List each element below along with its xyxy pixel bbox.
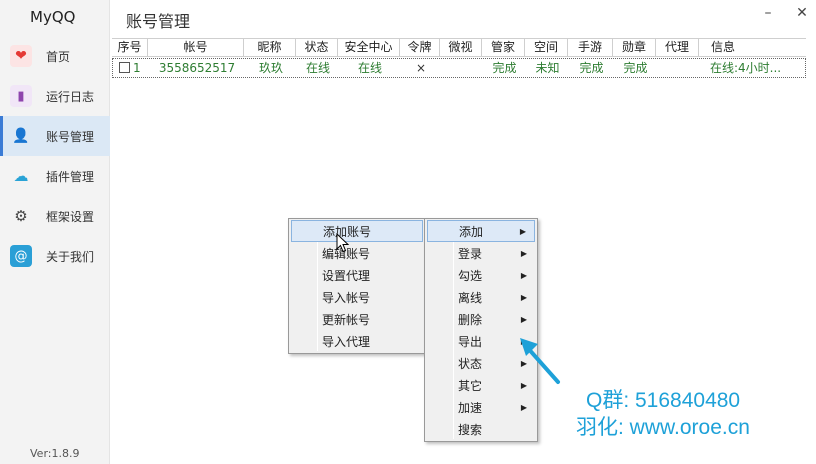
- column-header[interactable]: 微视: [440, 39, 482, 56]
- sub-menu: 添加 ▶ 登录 ▶ 勾选 ▶ 离线 ▶ 删除 ▶ 导出 ▶ 状态 ▶ 其它 ▶ 加速 ▶ 搜索: [424, 218, 538, 442]
- menu-item-label: 添加: [459, 225, 484, 239]
- heart-icon: ❤: [10, 45, 32, 67]
- menu-item-label: 其它: [458, 379, 483, 393]
- submenu-item-search[interactable]: 搜索: [425, 419, 537, 441]
- app-title: MyQQ: [30, 8, 76, 26]
- security-center-cell: 在线: [357, 61, 382, 75]
- column-header[interactable]: 代理: [656, 39, 699, 56]
- submenu-item-delete[interactable]: 删除 ▶: [425, 309, 537, 331]
- column-header[interactable]: 手游: [568, 39, 613, 56]
- menu-item-edit-account[interactable]: 编辑账号: [289, 243, 425, 265]
- menu-item-import-proxy[interactable]: 导入代理: [289, 331, 425, 353]
- submenu-arrow-icon: ▶: [519, 227, 526, 236]
- medal-cell: 完成: [623, 61, 648, 75]
- row-index: 1: [133, 61, 141, 75]
- sidebar-item-about[interactable]: @ 关于我们: [0, 236, 110, 276]
- status-cell: 在线: [305, 61, 330, 75]
- sidebar-item-log[interactable]: ▮ 运行日志: [0, 76, 110, 116]
- sidebar-item-label: 首页: [46, 49, 71, 64]
- page-title: 账号管理: [126, 12, 191, 31]
- menu-item-label: 设置代理: [322, 269, 371, 283]
- column-header[interactable]: 安全中心: [338, 39, 400, 56]
- column-header[interactable]: 状态: [296, 39, 338, 56]
- submenu-arrow-icon: ▶: [520, 293, 527, 302]
- mouse-cursor-icon: [336, 233, 350, 253]
- info-cell: 在线:4小时...: [710, 61, 782, 75]
- menu-item-label: 导出: [458, 335, 483, 349]
- menu-item-import-accounts[interactable]: 导入帐号: [289, 287, 425, 309]
- guanjia-cell: 完成: [492, 61, 517, 75]
- context-menu: 添加账号 编辑账号 设置代理 导入帐号 更新帐号 导入代理: [288, 218, 426, 354]
- version-label: Ver:1.8.9: [30, 447, 80, 460]
- column-header[interactable]: 空间: [525, 39, 568, 56]
- column-header[interactable]: 帐号: [148, 39, 244, 56]
- sidebar-item-label: 运行日志: [46, 89, 95, 104]
- menu-item-label: 删除: [458, 313, 483, 327]
- column-header[interactable]: 序号: [112, 39, 148, 56]
- menu-item-label: 登录: [458, 247, 483, 261]
- column-header[interactable]: 管家: [482, 39, 525, 56]
- menu-item-update-accounts[interactable]: 更新帐号: [289, 309, 425, 331]
- column-header[interactable]: 勋章: [613, 39, 656, 56]
- sidebar-item-label: 关于我们: [46, 249, 95, 264]
- weishi-cell: [441, 59, 483, 77]
- submenu-item-accelerate[interactable]: 加速 ▶: [425, 397, 537, 419]
- menu-item-label: 导入代理: [322, 335, 371, 349]
- watermark-site: 羽化: www.oroe.cn: [576, 416, 750, 439]
- sidebar-item-label: 框架设置: [46, 209, 95, 224]
- sidebar-item-home[interactable]: ❤ 首页: [0, 36, 110, 76]
- column-header[interactable]: 令牌: [400, 39, 440, 56]
- menu-item-label: 离线: [458, 291, 483, 305]
- bookmark-icon: ▮: [10, 85, 32, 107]
- sidebar-item-settings[interactable]: ⚙ 框架设置: [0, 196, 110, 236]
- gear-icon: ⚙: [14, 207, 28, 225]
- nickname-cell: 玖玖: [258, 61, 283, 75]
- submenu-arrow-icon: ▶: [520, 249, 527, 258]
- token-cell: ×: [415, 61, 427, 75]
- row-index-cell: 1: [113, 59, 149, 77]
- account-cell: 3558652517: [158, 61, 236, 75]
- menu-item-add-account[interactable]: 添加账号: [291, 220, 423, 242]
- cloud-icon: ☁: [13, 167, 29, 185]
- submenu-arrow-icon: ▶: [520, 403, 527, 412]
- watermark-qq-group: Q群: 516840480: [586, 389, 741, 412]
- menu-item-set-proxy[interactable]: 设置代理: [289, 265, 425, 287]
- proxy-cell: [657, 59, 700, 77]
- table-header: 序号 帐号 昵称 状态 安全中心 令牌 微视 管家 空间 手游 勋章 代理 信息: [112, 38, 806, 57]
- sidebar-item-accounts[interactable]: 👤 账号管理: [0, 116, 110, 156]
- mobile-game-cell: 完成: [579, 61, 604, 75]
- sidebar-item-plugins[interactable]: ☁ 插件管理: [0, 156, 110, 196]
- menu-item-label: 状态: [458, 357, 483, 371]
- column-header[interactable]: 昵称: [244, 39, 296, 56]
- submenu-arrow-icon: ▶: [520, 271, 527, 280]
- annotation-arrow-icon: [520, 338, 560, 384]
- user-icon: 👤: [12, 128, 30, 144]
- column-header[interactable]: 信息: [699, 39, 806, 56]
- menu-item-label: 勾选: [458, 269, 483, 283]
- submenu-item-add[interactable]: 添加 ▶: [427, 220, 535, 242]
- accounts-table: 序号 帐号 昵称 状态 安全中心 令牌 微视 管家 空间 手游 勋章 代理 信息…: [112, 38, 806, 78]
- submenu-item-login[interactable]: 登录 ▶: [425, 243, 537, 265]
- sidebar: MyQQ ❤ 首页 ▮ 运行日志 👤 账号管理 ☁ 插件管理 ⚙ 框架设置 @ …: [0, 0, 110, 464]
- row-checkbox[interactable]: [119, 62, 130, 73]
- at-icon: @: [10, 245, 32, 267]
- menu-item-label: 加速: [458, 401, 483, 415]
- submenu-item-select[interactable]: 勾选 ▶: [425, 265, 537, 287]
- menu-item-label: 搜索: [458, 423, 483, 437]
- submenu-item-offline[interactable]: 离线 ▶: [425, 287, 537, 309]
- menu-item-label: 更新帐号: [322, 313, 371, 327]
- menu-item-label: 导入帐号: [322, 291, 371, 305]
- close-button[interactable]: ✕: [792, 4, 812, 24]
- sidebar-item-label: 插件管理: [46, 169, 95, 184]
- qzone-cell: 未知: [535, 61, 560, 75]
- minimize-button[interactable]: –: [758, 4, 778, 24]
- submenu-arrow-icon: ▶: [520, 315, 527, 324]
- sidebar-item-label: 账号管理: [46, 129, 95, 144]
- table-row[interactable]: 1 3558652517 玖玖 在线 在线 × 完成 未知 完成 完成 在线:4…: [112, 58, 806, 78]
